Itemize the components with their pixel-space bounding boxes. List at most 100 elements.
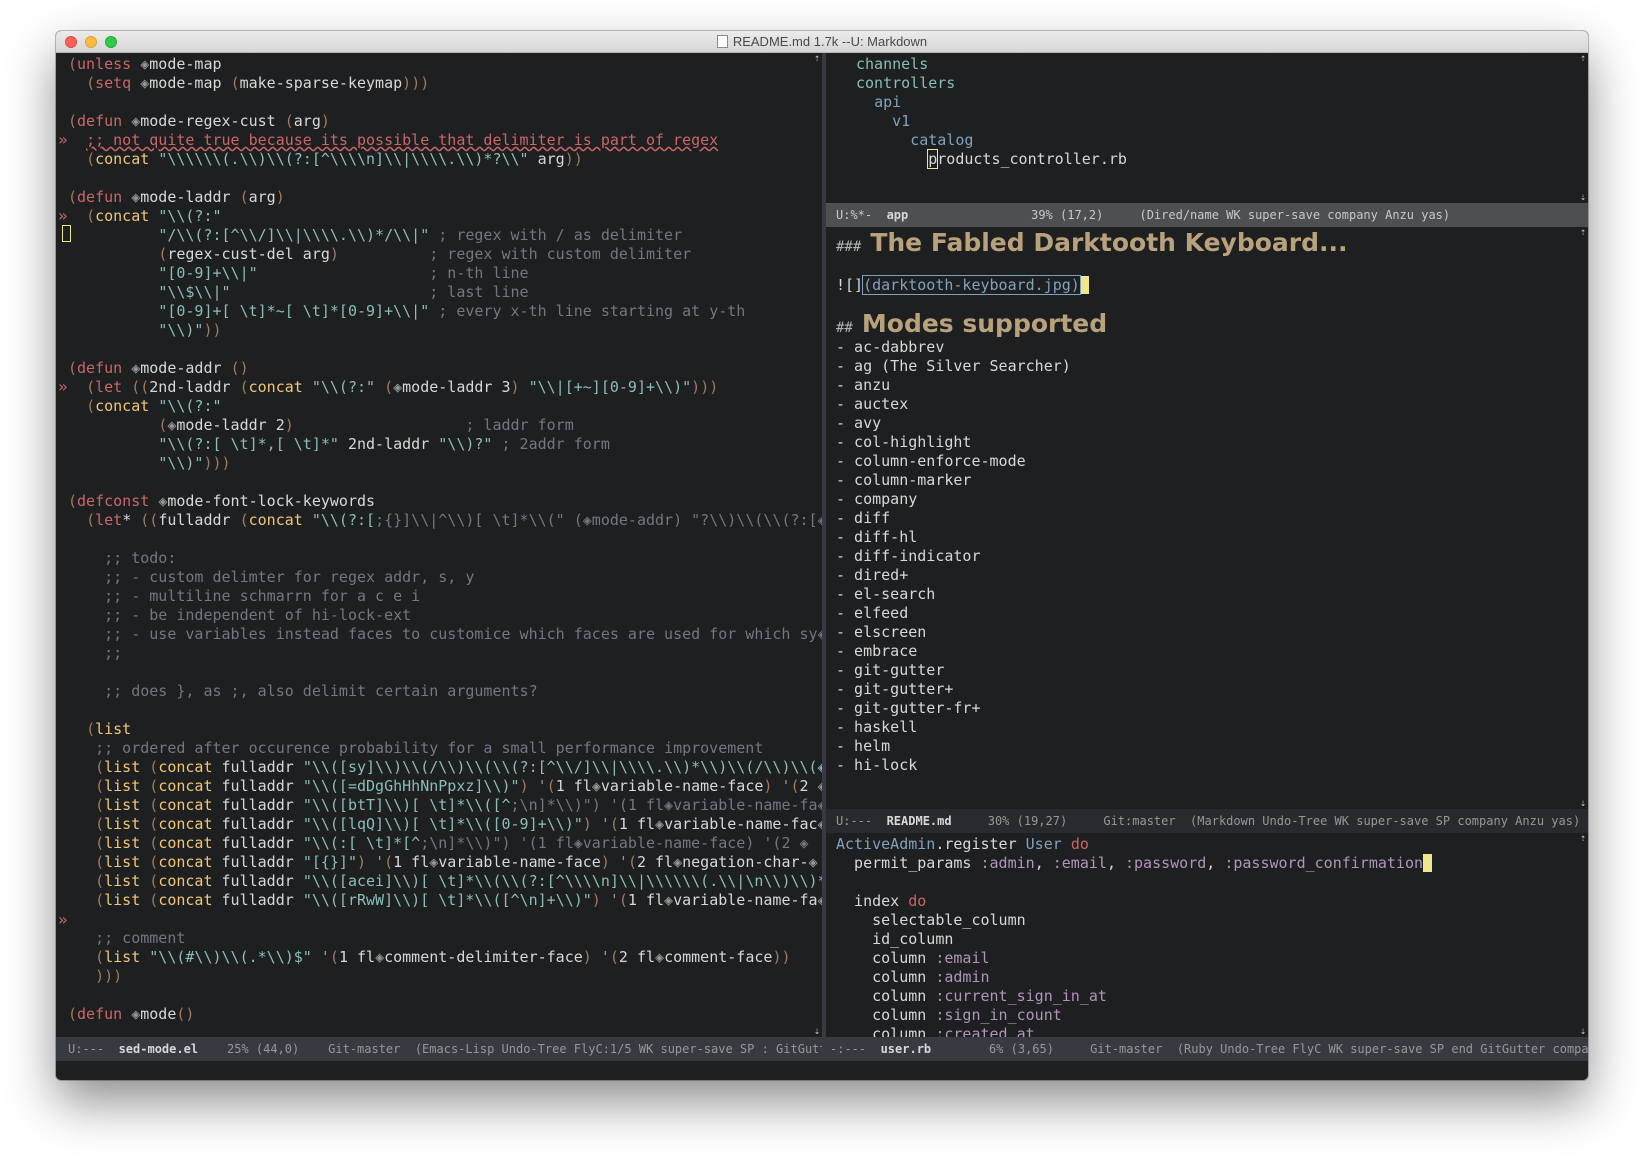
modeline-state: -:---	[830, 1042, 867, 1056]
dired-entry[interactable]: api	[874, 93, 901, 111]
dired-tree[interactable]: channels controllers api v1 catalog prod…	[826, 53, 1588, 169]
code-line: "\\)")))	[158, 454, 231, 472]
code-line: (setq ◈mode-map (make-sparse-keymap)))	[86, 74, 430, 92]
modeline-modes: (Emacs-Lisp Undo-Tree FlyC:1/5 WK super-…	[414, 1042, 822, 1056]
code-line: column :admin	[836, 968, 990, 986]
code-line: (defconst ◈mode-font-lock-keywords	[68, 492, 376, 510]
modeline-buffer-name: sed-mode.el	[118, 1042, 199, 1056]
list-item: - git-gutter+	[836, 680, 954, 698]
modeline-modes: (Markdown Undo-Tree WK super-save SP com…	[1190, 814, 1581, 828]
code-line: )))	[95, 967, 123, 985]
code-line: ;; todo:	[104, 549, 177, 567]
list-item: - diff-indicator	[836, 547, 981, 565]
modeline-vc: Git-master	[1090, 1042, 1163, 1056]
modeline-readme[interactable]: U:--- README.md 30% (19,27) Git:master (…	[826, 809, 1588, 833]
scroll-up-icon[interactable]: ⇡	[1580, 53, 1586, 64]
flycheck-error-marker: »	[58, 130, 68, 149]
window-title: README.md 1.7k --U: Markdown	[732, 34, 928, 49]
modeline-dired[interactable]: U:%*- app 39% (17,2) (Dired/name WK supe…	[826, 203, 1588, 227]
dired-entry[interactable]: controllers	[856, 74, 955, 92]
code-line: column :email	[836, 949, 990, 967]
code-line: (defun ◈mode-regex-cust (arg)	[68, 112, 330, 130]
lisp-code[interactable]: (unless ◈mode-map (setq ◈mode-map (make-…	[56, 53, 822, 1024]
code-line: (list (concat fulladdr "\\(:[ \t]*[^;\n]…	[95, 834, 809, 852]
emacs-window: README.md 1.7k --U: Markdown » » » » (un…	[56, 31, 1588, 1080]
zoom-button[interactable]	[105, 36, 117, 48]
sed-mode-buffer[interactable]: » » » » (unless ◈mode-map (setq ◈mode-ma…	[56, 53, 822, 1037]
code-line: (list (concat fulladdr "\\([sy]\\)\\(/\\…	[95, 758, 822, 776]
code-line: ;; comment	[95, 929, 186, 947]
code-line: selectable_column	[836, 911, 1026, 929]
document-icon	[716, 35, 728, 48]
scroll-down-icon[interactable]: ⇣	[814, 1026, 820, 1037]
list-item: - embrace	[836, 642, 918, 660]
code-line: id_column	[836, 930, 954, 948]
minimize-button[interactable]	[85, 36, 97, 48]
code-line: (defun ◈mode-laddr (arg)	[68, 188, 285, 206]
scroll-down-icon[interactable]: ⇣	[1580, 1026, 1586, 1037]
list-item: - auctex	[836, 395, 909, 413]
list-item: - column-marker	[836, 471, 972, 489]
scroll-down-icon[interactable]: ⇣	[1580, 798, 1586, 809]
list-item: - elfeed	[836, 604, 909, 622]
code-line: "[0-9]+\\|" ; n-th line	[158, 264, 529, 282]
code-line: ;;	[104, 644, 123, 662]
code-line: (list	[86, 720, 132, 738]
modeline-buffer-name: README.md	[886, 814, 952, 828]
image-link[interactable]: (darktooth-keyboard.jpg)	[862, 275, 1081, 295]
modeline-state: U:%*-	[836, 208, 873, 222]
code-line: (list (concat fulladdr "\\([=dDgGhHhNnPp…	[95, 777, 822, 795]
code-line: (list (concat fulladdr "\\([btT]\\)[ \t]…	[95, 796, 822, 814]
code-line: column :sign_in_count	[836, 1006, 1062, 1024]
list-item: - git-gutter	[836, 661, 945, 679]
image-markup: ![]	[836, 276, 864, 294]
scroll-up-icon[interactable]: ⇡	[1580, 227, 1586, 238]
cursor	[1079, 276, 1089, 294]
heading-2: Modes supported	[861, 309, 1108, 338]
markdown-content[interactable]: ### The Fabled Darktooth Keyboard... ![]…	[826, 227, 1588, 775]
code-line: (concat "\\(?:"	[86, 397, 222, 415]
code-line: ;; not quite true because its possible t…	[86, 131, 719, 149]
modeline-position: 25% (44,0)	[226, 1042, 300, 1056]
list-item: - anzu	[836, 376, 891, 394]
dired-entry[interactable]: products_controller.rb	[927, 149, 1127, 169]
dired-entry[interactable]: channels	[856, 55, 928, 73]
dired-entry[interactable]: v1	[892, 112, 910, 130]
dired-buffer[interactable]: channels controllers api v1 catalog prod…	[826, 53, 1588, 203]
modes-list: - ac-dabbrev - ag (The Silver Searcher) …	[836, 338, 1071, 774]
code-line: "\\$\\|" ; last line	[158, 283, 529, 301]
scroll-up-icon[interactable]: ⇡	[1580, 833, 1586, 844]
list-item: - diff	[836, 509, 891, 527]
code-line: ;; - use variables instead faces to cust…	[104, 625, 822, 643]
code-line: column :created_at	[836, 1025, 1035, 1037]
title-bar: README.md 1.7k --U: Markdown	[56, 31, 1588, 53]
code-line: (let* ((fulladdr (concat "\\(?:[;{}]\\|^…	[86, 511, 822, 529]
list-item: - avy	[836, 414, 882, 432]
modeline-modes: (Ruby Undo-Tree FlyC WK super-save SP en…	[1176, 1042, 1588, 1056]
code-line: "\\(?:[ \t]*,[ \t]*" 2nd-laddr "\\)?" ; …	[158, 435, 610, 453]
modeline-buffer-name: app	[886, 208, 909, 222]
dired-entry[interactable]: catalog	[910, 131, 973, 149]
code-line: "[0-9]+[ \t]*~[ \t]*[0-9]+\\|" ; every x…	[158, 302, 746, 320]
scroll-up-icon[interactable]: ⇡	[814, 53, 820, 64]
list-item: - hi-lock	[836, 756, 918, 774]
scroll-down-icon[interactable]: ⇣	[1580, 192, 1586, 203]
list-item: - column-enforce-mode	[836, 452, 1026, 470]
list-item: - dired+	[836, 566, 909, 584]
code-line: (list (concat fulladdr "\\([acei]\\)[ \t…	[95, 872, 822, 890]
readme-buffer[interactable]: ### The Fabled Darktooth Keyboard... ![]…	[826, 227, 1588, 809]
list-item: - elscreen	[836, 623, 927, 641]
list-item: - ac-dabbrev	[836, 338, 945, 356]
code-line: ;; - be independent of hi-lock-ext	[104, 606, 412, 624]
ruby-code[interactable]: ActiveAdmin.register User do permit_para…	[826, 833, 1588, 1037]
heading-marker: ##	[836, 320, 853, 336]
modeline-vc: Git-master	[328, 1042, 401, 1056]
code-line: (defun ◈mode-addr ()	[68, 359, 249, 377]
modeline-user-rb[interactable]: -:--- user.rb 6% (3,65) Git-master (Ruby…	[822, 1037, 1588, 1061]
flycheck-error-marker: »	[58, 377, 68, 396]
user-rb-buffer[interactable]: ActiveAdmin.register User do permit_para…	[826, 833, 1588, 1037]
close-button[interactable]	[65, 36, 77, 48]
code-line: ;; - multiline schmarrn for a c e i	[104, 587, 421, 605]
modeline-sed-mode[interactable]: U:--- sed-mode.el 25% (44,0) Git-master …	[56, 1037, 822, 1061]
modeline-position: 30% (19,27)	[987, 814, 1068, 828]
